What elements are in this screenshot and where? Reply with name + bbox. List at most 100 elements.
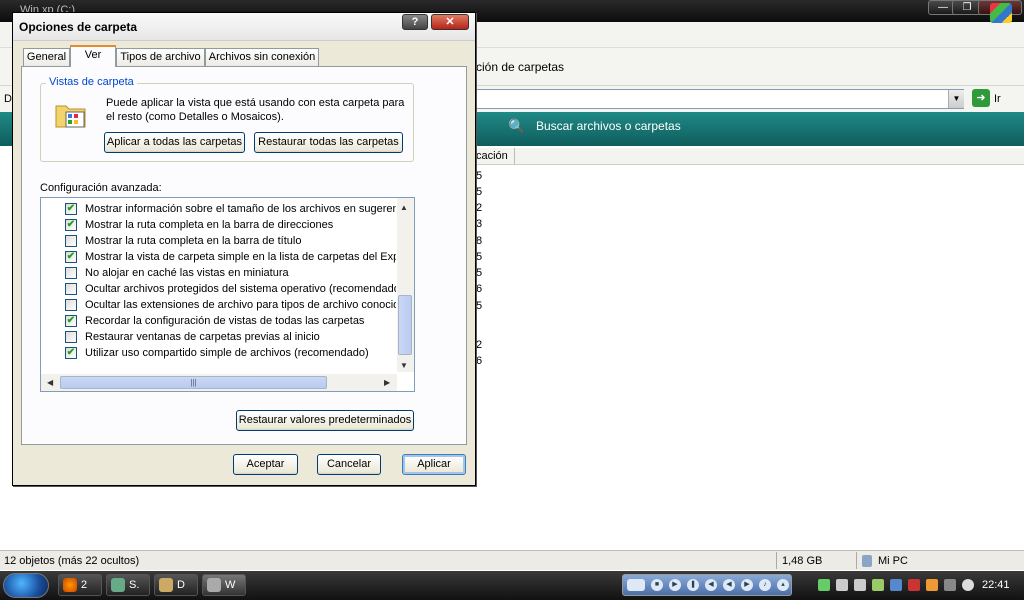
stop-icon[interactable]: ■ xyxy=(651,579,663,591)
taskbar-item-d[interactable]: D xyxy=(154,574,198,596)
file-list-left-edge xyxy=(0,148,12,548)
taskbar-firefox-group[interactable]: 2 xyxy=(58,574,102,596)
taskbar-item-s[interactable]: S. xyxy=(106,574,150,596)
option-label[interactable]: Mostrar la ruta completa en la barra de … xyxy=(85,217,396,233)
folder-views-icon xyxy=(54,98,88,132)
help-button[interactable]: ? xyxy=(402,14,428,30)
tray-icon[interactable] xyxy=(926,579,938,591)
file-row-fragment: 6 xyxy=(476,283,483,295)
column-divider[interactable] xyxy=(514,148,515,164)
folder-views-description: Puede aplicar la vista que está usando c… xyxy=(106,97,405,123)
volume-icon[interactable]: ♪ xyxy=(759,579,771,591)
reset-all-folders-button[interactable]: Restaurar todas las carpetas xyxy=(254,132,403,153)
option-label[interactable]: Mostrar la vista de carpeta simple en la… xyxy=(85,249,396,265)
option-checkbox[interactable]: ✔ xyxy=(65,251,77,263)
scroll-left-icon[interactable]: ◀ xyxy=(47,378,53,387)
tray-icon[interactable] xyxy=(872,579,884,591)
option-checkbox[interactable] xyxy=(65,331,77,343)
drive-icon xyxy=(207,578,221,592)
windows-flag-icon xyxy=(627,579,645,591)
folders-button-label[interactable]: ción de carpetas xyxy=(476,60,564,74)
scroll-right-icon[interactable]: ▶ xyxy=(384,378,390,387)
next-icon[interactable]: ▶ xyxy=(741,579,753,591)
go-arrow-icon[interactable]: ➜ xyxy=(972,89,990,107)
vertical-scroll-thumb[interactable] xyxy=(398,295,412,355)
rewind-icon[interactable]: ◀ xyxy=(723,579,735,591)
option-checkbox[interactable] xyxy=(65,267,77,279)
address-input[interactable] xyxy=(476,89,964,109)
status-divider xyxy=(776,552,777,569)
option-checkbox[interactable]: ✔ xyxy=(65,347,77,359)
cancel-button[interactable]: Cancelar xyxy=(317,454,381,475)
option-label[interactable]: Ocultar archivos protegidos del sistema … xyxy=(85,281,396,297)
previous-icon[interactable]: ◀ xyxy=(705,579,717,591)
option-checkbox[interactable]: ✔ xyxy=(65,219,77,231)
search-files-link[interactable]: Buscar archivos o carpetas xyxy=(536,119,681,133)
apply-to-all-folders-button[interactable]: Aplicar a todas las carpetas xyxy=(104,132,245,153)
tab-general[interactable]: General xyxy=(23,48,70,66)
go-button-label[interactable]: Ir xyxy=(994,93,1001,105)
tab-tipos-de-archivo[interactable]: Tipos de archivo xyxy=(116,48,205,66)
file-row-fragment: 5 xyxy=(476,267,483,279)
taskbar-item-label: 2 xyxy=(81,579,88,591)
document-icon xyxy=(159,578,173,592)
tab-ver[interactable]: Ver xyxy=(70,45,116,67)
option-checkbox[interactable] xyxy=(65,299,77,311)
chevron-down-icon[interactable]: ▼ xyxy=(948,90,964,108)
play-icon[interactable]: ▶ xyxy=(669,579,681,591)
file-list-blank xyxy=(180,486,1024,546)
scroll-down-icon[interactable]: ▼ xyxy=(400,361,408,370)
tray-icon[interactable] xyxy=(962,579,974,591)
option-label[interactable]: Mostrar información sobre el tamaño de l… xyxy=(85,201,396,217)
scroll-up-icon[interactable]: ▲ xyxy=(400,203,408,212)
folder-views-group-title: Vistas de carpeta xyxy=(46,76,137,88)
tray-icon[interactable] xyxy=(890,579,902,591)
ok-button[interactable]: Aceptar xyxy=(233,454,298,475)
status-divider xyxy=(856,552,857,569)
status-object-count: 12 objetos (más 22 ocultos) xyxy=(4,555,140,567)
option-label[interactable]: Utilizar uso compartido simple de archiv… xyxy=(85,345,396,361)
option-checkbox[interactable] xyxy=(65,235,77,247)
taskbar-item-w[interactable]: W xyxy=(202,574,246,596)
address-label: D xyxy=(4,93,12,105)
dialog-title: Opciones de carpeta xyxy=(19,20,138,34)
taskbar-clock[interactable]: 22:41 xyxy=(982,579,1010,591)
search-icon[interactable]: 🔍 xyxy=(508,118,525,134)
option-label[interactable]: Mostrar la ruta completa en la barra de … xyxy=(85,233,396,249)
taskbar-item-label: S. xyxy=(129,579,140,591)
horizontal-scroll-thumb[interactable]: ||| xyxy=(60,376,327,389)
option-label[interactable]: Ocultar las extensiones de archivo para … xyxy=(85,297,396,313)
pause-icon[interactable]: ❚ xyxy=(687,579,699,591)
tray-icon[interactable] xyxy=(944,579,956,591)
firefox-icon xyxy=(63,578,77,592)
network-icon[interactable] xyxy=(836,579,848,591)
file-row-fragment: 5 xyxy=(476,251,483,263)
file-row-fragment: 2 xyxy=(476,202,483,214)
option-checkbox[interactable] xyxy=(65,283,77,295)
tab-archivos-sin-conexion[interactable]: Archivos sin conexión xyxy=(205,48,319,66)
option-label[interactable]: No alojar en caché las vistas en miniatu… xyxy=(85,265,396,281)
volume-icon[interactable] xyxy=(854,579,866,591)
expand-icon[interactable]: ▴ xyxy=(777,579,789,591)
option-checkbox[interactable]: ✔ xyxy=(65,315,77,327)
advanced-settings-label: Configuración avanzada: xyxy=(40,182,162,194)
restore-defaults-button[interactable]: Restaurar valores predeterminados xyxy=(236,410,414,431)
file-row-fragment: 6 xyxy=(476,355,483,367)
file-row-fragment: 5 xyxy=(476,170,483,182)
column-header-location[interactable]: cación xyxy=(476,150,508,162)
shield-icon[interactable] xyxy=(908,579,920,591)
start-button[interactable] xyxy=(3,573,49,598)
dialog-close-button[interactable]: ✕ xyxy=(431,14,469,30)
option-label[interactable]: Recordar la configuración de vistas de t… xyxy=(85,313,396,329)
file-row-fragment: 5 xyxy=(476,186,483,198)
apply-button[interactable]: Aplicar xyxy=(402,454,466,475)
taskbar-item-label: D xyxy=(177,579,185,591)
taskbar-item-label: W xyxy=(225,579,236,591)
media-player-toolbar: ■ ▶ ❚ ◀ ◀ ▶ ♪ ▴ xyxy=(622,574,792,596)
network-icon xyxy=(111,578,125,592)
tray-icon[interactable] xyxy=(818,579,830,591)
option-label[interactable]: Restaurar ventanas de carpetas previas a… xyxy=(85,329,396,345)
column-header[interactable]: cación xyxy=(476,148,1024,165)
status-bar: 12 objetos (más 22 ocultos) 1,48 GB Mi P… xyxy=(0,550,1024,570)
option-checkbox[interactable]: ✔ xyxy=(65,203,77,215)
